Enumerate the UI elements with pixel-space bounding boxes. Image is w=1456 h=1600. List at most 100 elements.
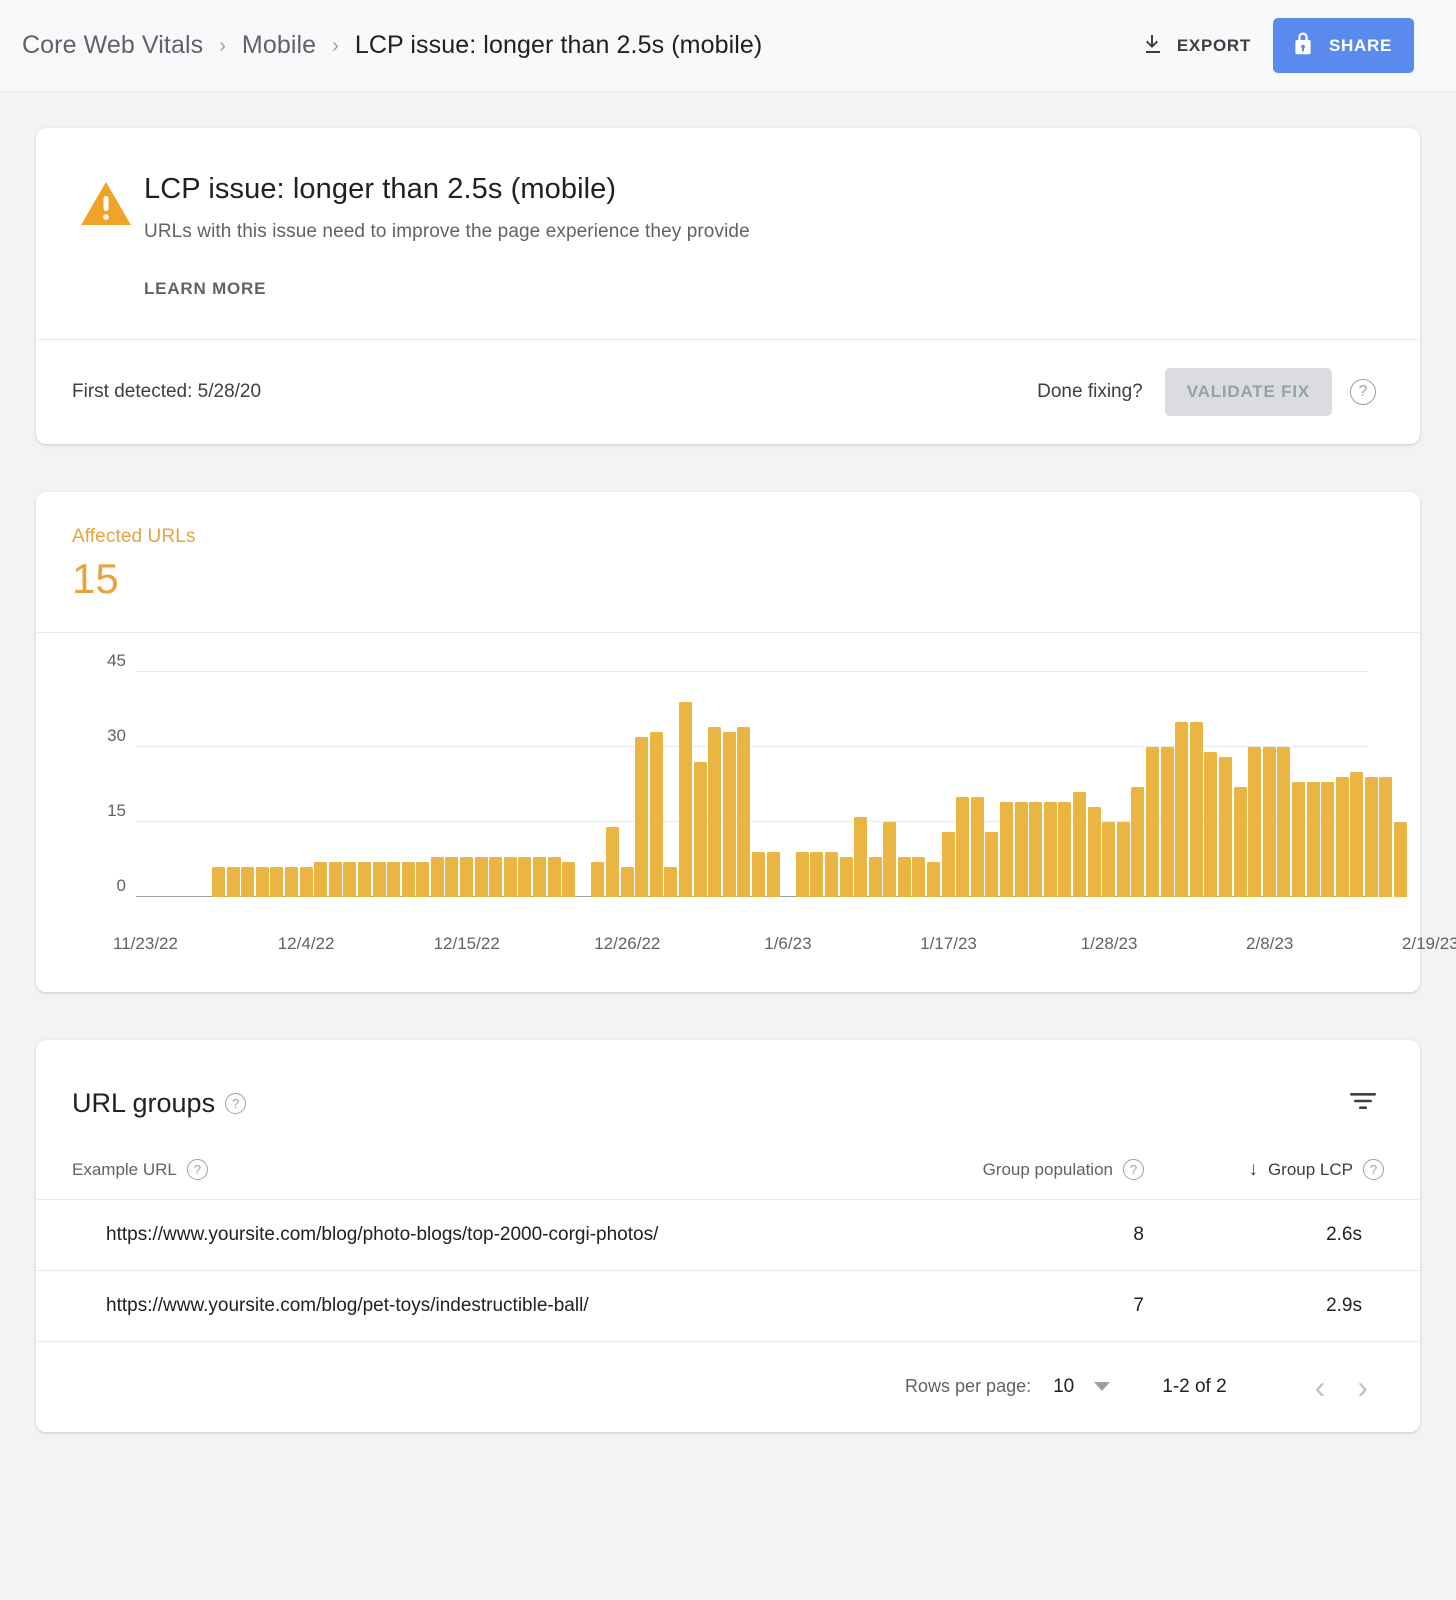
column-header-example-url[interactable]: Example URL ? [72,1159,884,1180]
table-row[interactable]: https://www.yoursite.com/blog/pet-toys/i… [36,1271,1420,1342]
column-header-group-population[interactable]: Group population ? [884,1159,1144,1180]
chart-bar[interactable] [942,832,955,897]
chart-bar[interactable] [1321,782,1334,897]
chart-bar[interactable] [1175,722,1188,897]
chart-bar[interactable] [1058,802,1071,897]
next-page-button[interactable]: › [1341,1367,1384,1407]
chart-bar[interactable] [1277,747,1290,897]
chart-bar[interactable] [796,852,809,897]
chart-bar[interactable] [358,862,371,897]
chart-bar[interactable] [723,732,736,897]
chart-bar[interactable] [1336,777,1349,897]
chart-bar[interactable] [840,857,853,897]
chart-bar[interactable] [518,857,531,897]
help-icon[interactable]: ? [1363,1159,1384,1180]
chart-bar[interactable] [533,857,546,897]
help-icon[interactable]: ? [187,1159,208,1180]
chart-bar[interactable] [300,867,313,897]
chart-bar[interactable] [1073,792,1086,897]
chart-bar[interactable] [869,857,882,897]
chart-bar[interactable] [664,867,677,897]
chart-bar[interactable] [431,857,444,897]
chart-bar[interactable] [460,857,473,897]
chart-bar[interactable] [810,852,823,897]
chart-bar[interactable] [402,862,415,897]
chart-bar[interactable] [329,862,342,897]
chart-bar[interactable] [635,737,648,897]
chart-bar[interactable] [387,862,400,897]
chart-bar[interactable] [591,862,604,897]
chart-bar[interactable] [285,867,298,897]
chart-bar[interactable] [475,857,488,897]
chart-bar[interactable] [956,797,969,897]
chart-bar[interactable] [373,862,386,897]
chart-bar[interactable] [912,857,925,897]
chart-bar[interactable] [767,852,780,897]
chart-bar[interactable] [1204,752,1217,897]
chart-bar[interactable] [1117,822,1130,897]
chart-bar[interactable] [1146,747,1159,897]
chart-bar[interactable] [416,862,429,897]
chart-bar[interactable] [1263,747,1276,897]
help-icon[interactable]: ? [1123,1159,1144,1180]
chart-bar[interactable] [256,867,269,897]
export-button[interactable]: EXPORT [1141,32,1251,59]
chart-bar[interactable] [737,727,750,897]
chart-bar[interactable] [985,832,998,897]
help-icon[interactable]: ? [225,1093,246,1114]
chart-bar[interactable] [1102,822,1115,897]
chart-bar[interactable] [1379,777,1392,897]
chart-bar[interactable] [241,867,254,897]
chart-bar[interactable] [1131,787,1144,897]
chart-bar[interactable] [270,867,283,897]
breadcrumb-item-mobile[interactable]: Mobile [242,31,316,60]
chart-bar[interactable] [883,822,896,897]
chart-bar[interactable] [562,862,575,897]
rows-per-page-select[interactable]: 10 [1053,1376,1110,1398]
chart-bar[interactable] [825,852,838,897]
chart-bar[interactable] [1029,802,1042,897]
chart-bar[interactable] [1161,747,1174,897]
chart-bar[interactable] [1234,787,1247,897]
chart-bar[interactable] [343,862,356,897]
chart-bar[interactable] [927,862,940,897]
chart-bar[interactable] [621,867,634,897]
chart-bar[interactable] [1307,782,1320,897]
chart-bar[interactable] [548,857,561,897]
table-row[interactable]: https://www.yoursite.com/blog/photo-blog… [36,1200,1420,1271]
chart-bar[interactable] [445,857,458,897]
column-header-group-lcp[interactable]: ↓ Group LCP ? [1144,1159,1384,1181]
chart-bar[interactable] [212,867,225,897]
chart-bar[interactable] [1350,772,1363,897]
chart-bar[interactable] [1015,802,1028,897]
chart-bar[interactable] [1044,802,1057,897]
chart-bar[interactable] [650,732,663,897]
chart-bar[interactable] [1088,807,1101,897]
validate-fix-button[interactable]: VALIDATE FIX [1165,368,1332,416]
chart-bar[interactable] [1190,722,1203,897]
chart-bar[interactable] [489,857,502,897]
chart-bar[interactable] [1365,777,1378,897]
chart-bar[interactable] [1000,802,1013,897]
chart-bar[interactable] [504,857,517,897]
breadcrumb-item-core-web-vitals[interactable]: Core Web Vitals [22,31,203,60]
share-button[interactable]: SHARE [1273,18,1414,73]
chart-bar[interactable] [694,762,707,897]
learn-more-button[interactable]: LEARN MORE [144,279,266,299]
help-icon[interactable]: ? [1350,379,1376,405]
chart-bar[interactable] [1292,782,1305,897]
chart-bar[interactable] [898,857,911,897]
chart-bar[interactable] [1394,822,1407,897]
chart-bar[interactable] [708,727,721,897]
chart-bar[interactable] [971,797,984,897]
previous-page-button[interactable]: ‹ [1299,1367,1342,1407]
chart-bar[interactable] [314,862,327,897]
chart-bar[interactable] [679,702,692,897]
chart-bar[interactable] [1219,757,1232,897]
chart-bar[interactable] [752,852,765,897]
chart-bar[interactable] [854,817,867,897]
chart-bar[interactable] [606,827,619,897]
chart-bar[interactable] [227,867,240,897]
filter-icon[interactable] [1342,1084,1384,1123]
chart-bar[interactable] [1248,747,1261,897]
